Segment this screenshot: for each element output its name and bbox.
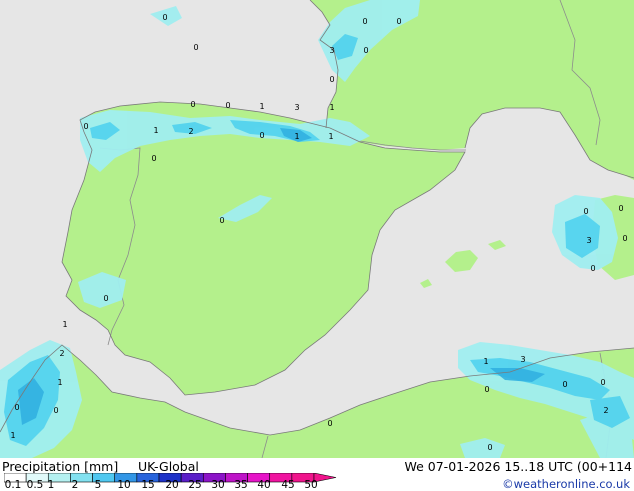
precip-value-label: 0 [590,264,595,273]
colorbar-tick-label: 0.5 [26,479,44,491]
precip-value-label: 0 [53,406,58,415]
precip-value-label: 1 [259,102,264,111]
credit-link[interactable]: ©weatheronline.co.uk [502,477,630,491]
colorbar-tick-label: 25 [188,479,202,491]
precip-value-label: 0 [151,154,156,163]
precip-value-label: 1 [329,103,334,112]
precip-value-label: 0 [487,443,492,452]
colorbar-tick-label: 0.1 [4,479,22,491]
precip-value-label: 0 [190,100,195,109]
precip-value-label: 1 [328,132,333,141]
colorbar-tick-label: 5 [94,479,102,491]
model-name: UK-Global [138,459,199,474]
precip-value-label: 3 [520,355,525,364]
precip-value-label: 0 [259,131,264,140]
precip-value-label: 0 [83,122,88,131]
precip-value-label: 1 [10,431,15,440]
precip-value-label: 0 [583,207,588,216]
colorbar-tick-label: 40 [257,479,271,491]
precip-value-label: 1 [294,132,299,141]
precip-value-label: 0 [622,234,627,243]
precip-value-label: 0 [484,385,489,394]
precip-value-label: 2 [188,127,193,136]
precip-value-label: 0 [103,294,108,303]
colorbar-tick-label: 15 [141,479,155,491]
precip-value-label: 0 [14,403,19,412]
precip-value-label: 3 [586,236,591,245]
precip-value-label: 3 [294,103,299,112]
precip-value-label: 1 [62,320,67,329]
precip-value-label: 0 [396,17,401,26]
precip-value-label: 0 [193,43,198,52]
precip-value-label: 1 [57,378,62,387]
colorbar-tick-label: 50 [304,479,318,491]
valid-datetime: We 07-01-2026 15..18 UTC (00+114 [404,459,632,474]
precip-value-label: 0 [219,216,224,225]
precip-value-label: 0 [600,378,605,387]
colorbar-tick-label: 10 [117,479,131,491]
colorbar-tick-label: 2 [71,479,79,491]
legend-title: Precipitation [mm] [2,459,119,474]
colorbar-tick-label: 30 [211,479,225,491]
precip-value-label: 2 [59,349,64,358]
precip-value-label: 1 [483,357,488,366]
precip-value-label: 0 [225,101,230,110]
colorbar-tick-label: 35 [234,479,248,491]
colorbar-tick-label: 20 [165,479,179,491]
precip-value-label: 1 [153,126,158,135]
precip-value-label: 0 [618,204,623,213]
colorbar-tick-label: 1 [47,479,55,491]
precip-value-label: 0 [329,75,334,84]
precip-value-label: 0 [327,419,332,428]
precip-value-label: 0 [162,13,167,22]
precipitation-map: 0 0 0 0 3 0 0 0 0 1 3 1 0 1 2 0 1 1 0 0 0 0 3 0 0 0 1 2 1 3 1 0 0 0 0 0 2 0 1 0 [0,0,634,458]
precip-value-label: 0 [562,380,567,389]
precip-value-label: 3 [329,46,334,55]
colorbar-tick-label: 45 [281,479,295,491]
precip-value-label: 0 [363,46,368,55]
precip-value-label: 2 [603,406,608,415]
precip-value-label: 0 [362,17,367,26]
